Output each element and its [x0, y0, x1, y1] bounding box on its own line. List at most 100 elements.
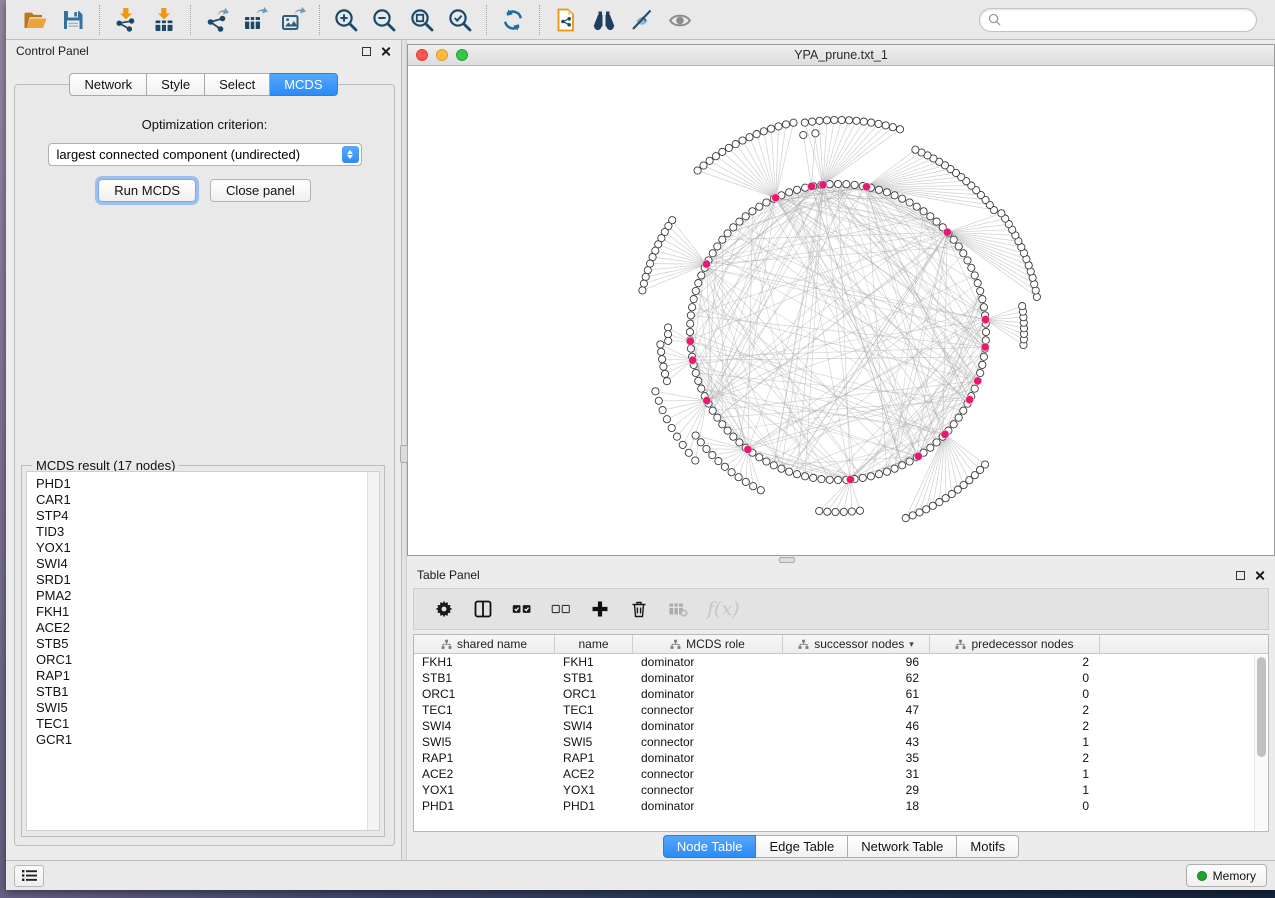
share-document-icon[interactable]: [547, 3, 585, 37]
mcds-result-item[interactable]: STB1: [36, 684, 379, 700]
table-row[interactable]: PHD1PHD1dominator180: [414, 798, 1268, 814]
table-row[interactable]: SWI4SWI4dominator462: [414, 718, 1268, 734]
mcds-result-list[interactable]: PHD1CAR1STP4TID3YOX1SWI4SRD1PMA2FKH1ACE2…: [26, 471, 380, 831]
table-row[interactable]: TEC1TEC1connector472: [414, 702, 1268, 718]
table-scrollbar-thumb[interactable]: [1257, 657, 1266, 757]
tab-motifs[interactable]: Motifs: [957, 835, 1019, 858]
float-panel-icon[interactable]: [362, 47, 371, 56]
import-table-icon[interactable]: [145, 3, 183, 37]
mcds-result-item[interactable]: ORC1: [36, 652, 379, 668]
column-header-predecessor-nodes[interactable]: predecessor nodes: [930, 635, 1100, 653]
vertical-splitter[interactable]: [401, 40, 407, 860]
table-scrollbar[interactable]: [1254, 655, 1267, 830]
search-input[interactable]: [1006, 13, 1248, 27]
zoom-selected-icon[interactable]: [441, 3, 479, 37]
mcds-result-item[interactable]: FKH1: [36, 604, 379, 620]
search-network-icon[interactable]: [585, 3, 623, 37]
table-row[interactable]: ORC1ORC1dominator610: [414, 686, 1268, 702]
column-header-shared-name[interactable]: shared name: [414, 635, 555, 653]
mcds-result-item[interactable]: GCR1: [36, 732, 379, 748]
cell-mcds_role: dominator: [633, 671, 783, 685]
tab-style[interactable]: Style: [147, 73, 205, 96]
zoom-in-icon[interactable]: [327, 3, 365, 37]
save-session-icon[interactable]: [54, 3, 92, 37]
table-row[interactable]: STB1STB1dominator620: [414, 670, 1268, 686]
open-file-icon[interactable]: [16, 3, 54, 37]
mcds-result-item[interactable]: PMA2: [36, 588, 379, 604]
toggle-panel-columns-icon[interactable]: [473, 599, 493, 619]
cell-successor_nodes: 62: [783, 671, 930, 685]
run-mcds-button[interactable]: Run MCDS: [98, 179, 196, 202]
network-canvas[interactable]: [408, 66, 1274, 555]
network-window-title: YPA_prune.txt_1: [408, 48, 1274, 62]
cell-name: FKH1: [555, 655, 633, 669]
mcds-result-item[interactable]: PHD1: [36, 476, 379, 492]
mcds-result-item[interactable]: TEC1: [36, 716, 379, 732]
hide-details-icon[interactable]: [623, 3, 661, 37]
cell-name: SWI4: [555, 719, 633, 733]
table-row[interactable]: RAP1RAP1dominator352: [414, 750, 1268, 766]
mcds-result-item[interactable]: SWI4: [36, 556, 379, 572]
status-bar: Memory: [6, 860, 1275, 890]
criterion-select[interactable]: largest connected component (undirected): [48, 143, 362, 166]
mcds-result-scrollbar[interactable]: [367, 472, 379, 830]
select-all-icon[interactable]: [512, 599, 532, 619]
column-settings-gear-icon[interactable]: [434, 599, 454, 619]
mcds-result-item[interactable]: TID3: [36, 524, 379, 540]
vertical-splitter-grip[interactable]: [400, 445, 408, 463]
deselect-all-icon[interactable]: [551, 599, 571, 619]
column-header-MCDS-role[interactable]: MCDS role: [633, 635, 783, 653]
cell-name: ORC1: [555, 687, 633, 701]
table-row[interactable]: ACE2ACE2connector311: [414, 766, 1268, 782]
table-tabs: Node TableEdge TableNetwork TableMotifs: [407, 832, 1275, 860]
mcds-result-item[interactable]: SWI5: [36, 700, 379, 716]
memory-button[interactable]: Memory: [1186, 864, 1267, 887]
float-table-panel-icon[interactable]: [1236, 571, 1245, 580]
export-image-icon[interactable]: [274, 3, 312, 37]
mcds-result-item[interactable]: STP4: [36, 508, 379, 524]
cell-name: STB1: [555, 671, 633, 685]
mcds-result-item[interactable]: STB5: [36, 636, 379, 652]
mcds-result-item[interactable]: SRD1: [36, 572, 379, 588]
close-panel-button[interactable]: Close panel: [210, 179, 311, 202]
show-details-icon[interactable]: [661, 3, 699, 37]
table-row[interactable]: YOX1YOX1connector291: [414, 782, 1268, 798]
toolbar-separator: [319, 5, 320, 35]
tab-network[interactable]: Network: [69, 73, 147, 96]
zoom-fit-icon[interactable]: [403, 3, 441, 37]
control-panel-header: Control Panel: [6, 40, 401, 62]
close-panel-icon[interactable]: [380, 46, 391, 57]
zoom-out-icon[interactable]: [365, 3, 403, 37]
tab-node-table[interactable]: Node Table: [663, 835, 757, 858]
mcds-result-item[interactable]: RAP1: [36, 668, 379, 684]
horizontal-splitter-grip[interactable]: [779, 557, 795, 563]
mcds-result-item[interactable]: CAR1: [36, 492, 379, 508]
mcds-result-item[interactable]: YOX1: [36, 540, 379, 556]
cell-successor_nodes: 47: [783, 703, 930, 717]
column-header-name[interactable]: name: [555, 635, 633, 653]
add-column-icon[interactable]: [590, 599, 610, 619]
refresh-icon[interactable]: [494, 3, 532, 37]
task-history-button[interactable]: [14, 865, 44, 887]
horizontal-splitter[interactable]: [407, 556, 1275, 564]
cell-mcds_role: dominator: [633, 687, 783, 701]
tab-mcds[interactable]: MCDS: [270, 73, 337, 96]
cell-mcds_role: dominator: [633, 719, 783, 733]
tab-network-table[interactable]: Network Table: [848, 835, 957, 858]
table-row[interactable]: FKH1FKH1dominator962: [414, 654, 1268, 670]
search-field[interactable]: [979, 8, 1257, 32]
network-window-titlebar[interactable]: YPA_prune.txt_1: [408, 45, 1274, 66]
mcds-result-item[interactable]: ACE2: [36, 620, 379, 636]
column-header-successor-nodes[interactable]: successor nodes▾: [783, 635, 930, 653]
cell-predecessor_nodes: 1: [930, 783, 1100, 797]
memory-status-icon: [1197, 871, 1207, 881]
close-table-panel-icon[interactable]: [1254, 570, 1265, 581]
export-network-icon[interactable]: [198, 3, 236, 37]
cell-mcds_role: dominator: [633, 799, 783, 813]
tab-select[interactable]: Select: [205, 73, 270, 96]
table-row[interactable]: SWI5SWI5connector431: [414, 734, 1268, 750]
export-table-icon[interactable]: [236, 3, 274, 37]
tab-edge-table[interactable]: Edge Table: [756, 835, 848, 858]
delete-column-icon[interactable]: [629, 599, 649, 619]
import-network-icon[interactable]: [107, 3, 145, 37]
